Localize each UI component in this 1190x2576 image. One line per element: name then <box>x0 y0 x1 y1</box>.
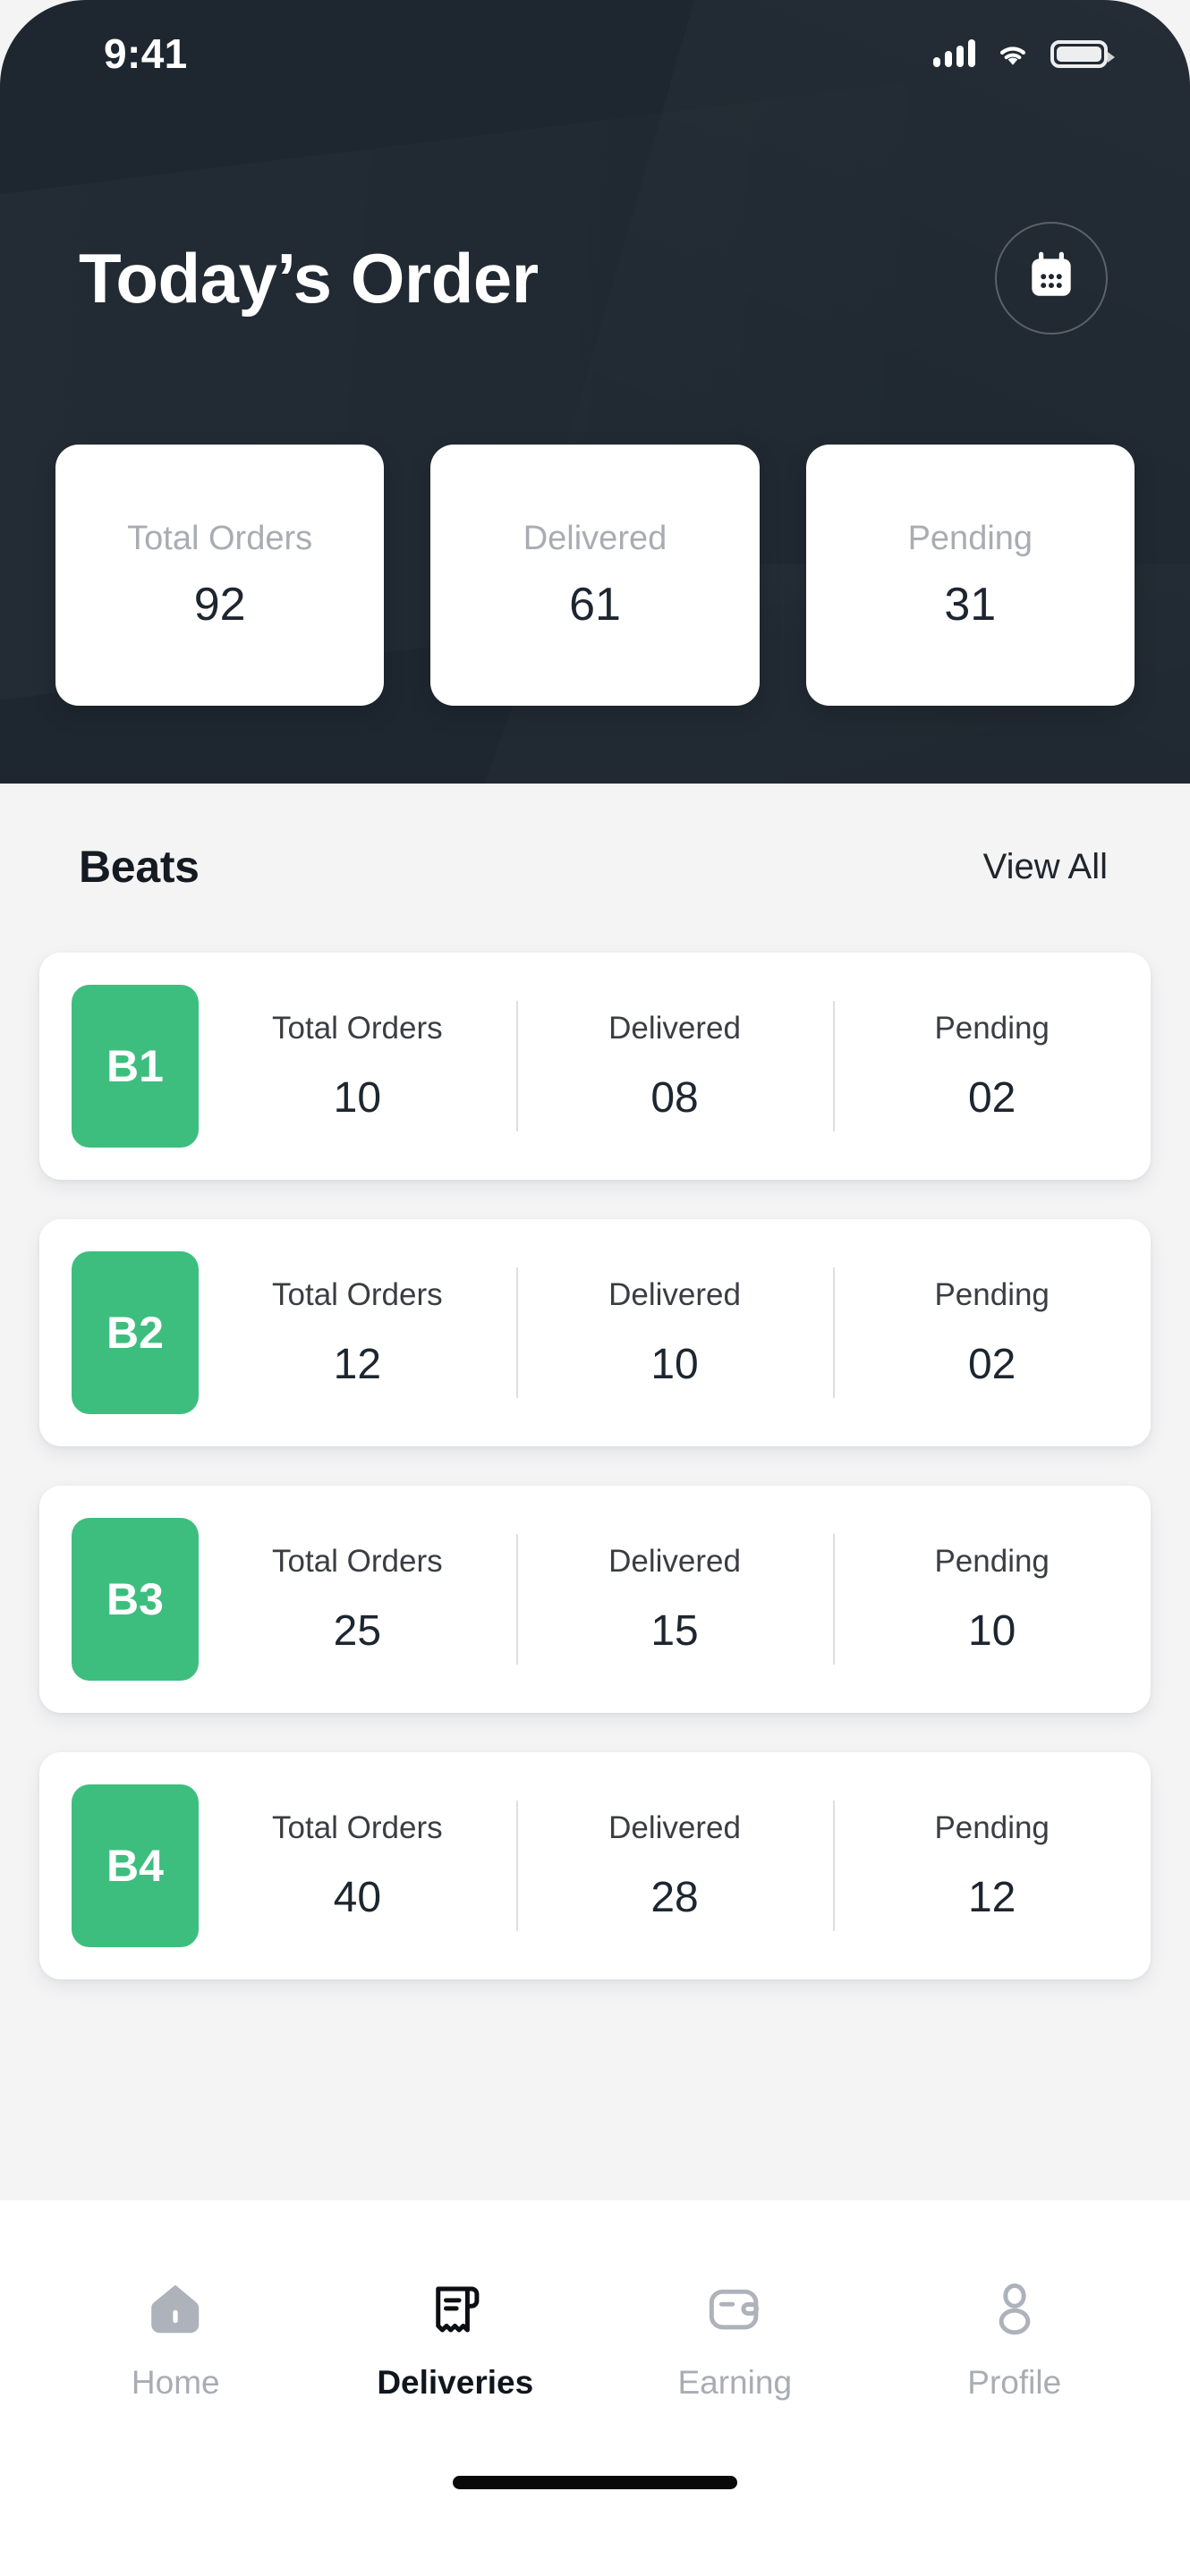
beat-badge: B4 <box>72 1784 199 1947</box>
beat-metric-pending: Pending 12 <box>833 1784 1151 1947</box>
beat-badge: B2 <box>72 1251 199 1414</box>
summary-card-value: 92 <box>193 578 246 631</box>
beat-metric-value: 12 <box>333 1340 382 1388</box>
beat-metric-delivered: Delivered 28 <box>515 1784 834 1947</box>
beat-metric-label: Total Orders <box>272 1010 443 1046</box>
status-bar-icons <box>933 39 1115 68</box>
nav-item-label: Earning <box>677 2364 793 2401</box>
nav-item-deliveries[interactable]: Deliveries <box>348 2267 563 2402</box>
beat-metric-delivered: Delivered 10 <box>515 1251 834 1414</box>
beat-metric-value: 25 <box>333 1606 382 1655</box>
calendar-button[interactable] <box>995 222 1108 335</box>
beat-metrics: Total Orders 40 Delivered 28 Pending 12 <box>199 1784 1151 1947</box>
nav-item-label: Home <box>131 2364 220 2401</box>
summary-card-pending[interactable]: Pending 31 <box>805 445 1135 706</box>
nav-item-home[interactable]: Home <box>68 2267 283 2402</box>
beat-metrics: Total Orders 10 Delivered 08 Pending 02 <box>199 985 1151 1148</box>
beat-metric-label: Delivered <box>608 1010 741 1046</box>
beat-metric-label: Pending <box>934 1010 1050 1046</box>
beat-metric-value: 40 <box>333 1873 382 1921</box>
app-screen: 9:41 Today’s Order Total Orders 92 Deliv… <box>0 0 1190 2576</box>
beat-metric-pending: Pending 02 <box>833 1251 1151 1414</box>
beat-metric-label: Pending <box>934 1543 1050 1579</box>
beat-row[interactable]: B2 Total Orders 12 Delivered 10 Pending … <box>39 1219 1151 1446</box>
beat-badge: B1 <box>72 985 199 1148</box>
beat-metric-value: 10 <box>650 1340 699 1388</box>
beat-metric-value: 15 <box>650 1606 699 1655</box>
home-indicator[interactable] <box>453 2476 737 2489</box>
beats-section-header: Beats View All <box>0 841 1190 893</box>
beat-badge: B3 <box>72 1518 199 1681</box>
beat-metric-total-orders: Total Orders 10 <box>199 985 516 1148</box>
calendar-icon <box>1024 249 1079 309</box>
beat-metric-value: 02 <box>967 1340 1016 1388</box>
wifi-icon <box>995 40 1031 67</box>
beat-metric-value: 12 <box>967 1873 1016 1921</box>
summary-card-total-orders[interactable]: Total Orders 92 <box>55 445 385 706</box>
summary-card-label: Total Orders <box>127 519 313 557</box>
status-bar: 9:41 <box>0 0 1190 107</box>
header-title-row: Today’s Order <box>0 222 1190 335</box>
beat-row[interactable]: B1 Total Orders 10 Delivered 08 Pending … <box>39 953 1151 1180</box>
battery-icon <box>1050 39 1115 68</box>
beat-metric-pending: Pending 02 <box>833 985 1151 1148</box>
summary-card-value: 31 <box>944 578 997 631</box>
beat-metric-delivered: Delivered 15 <box>515 1518 834 1681</box>
beat-metric-label: Delivered <box>608 1809 741 1845</box>
status-bar-clock: 9:41 <box>104 30 188 77</box>
beat-metric-label: Pending <box>934 1276 1050 1312</box>
beat-metric-label: Total Orders <box>272 1276 443 1312</box>
beat-metric-value: 08 <box>650 1073 699 1122</box>
beat-metric-total-orders: Total Orders 40 <box>199 1784 516 1947</box>
summary-stats: Total Orders 92 Delivered 61 Pending 31 <box>0 445 1190 706</box>
beats-title: Beats <box>79 842 200 892</box>
beat-row[interactable]: B3 Total Orders 25 Delivered 15 Pending … <box>39 1486 1151 1713</box>
beat-metric-total-orders: Total Orders 25 <box>199 1518 516 1681</box>
beat-metric-delivered: Delivered 08 <box>515 985 834 1148</box>
beats-list: B1 Total Orders 10 Delivered 08 Pending … <box>0 953 1190 1979</box>
beat-metric-value: 28 <box>650 1873 699 1921</box>
beat-metric-value: 10 <box>333 1073 382 1122</box>
beat-metric-label: Total Orders <box>272 1809 443 1845</box>
nav-item-profile[interactable]: Profile <box>907 2267 1122 2402</box>
page-title: Today’s Order <box>79 238 539 318</box>
nav-item-label: Deliveries <box>377 2364 534 2401</box>
signal-icon <box>933 39 975 67</box>
beat-metric-total-orders: Total Orders 12 <box>199 1251 516 1414</box>
beat-metric-label: Pending <box>934 1809 1050 1845</box>
beat-metrics: Total Orders 25 Delivered 15 Pending 10 <box>199 1518 1151 1681</box>
person-icon <box>983 2267 1046 2341</box>
summary-card-delivered[interactable]: Delivered 61 <box>430 445 760 706</box>
summary-card-value: 61 <box>569 578 621 631</box>
beat-metric-label: Delivered <box>608 1543 741 1579</box>
receipt-icon <box>424 2267 487 2341</box>
beat-metric-label: Total Orders <box>272 1543 443 1579</box>
bottom-nav-items: Home Deliveries Earning Profile <box>0 2200 1190 2469</box>
beat-metric-value: 02 <box>967 1073 1016 1122</box>
view-all-link[interactable]: View All <box>983 847 1108 887</box>
home-icon <box>144 2267 207 2341</box>
wallet-icon <box>703 2267 766 2341</box>
bottom-navigation: Home Deliveries Earning Profile <box>0 2200 1190 2576</box>
beat-metric-pending: Pending 10 <box>833 1518 1151 1681</box>
nav-item-label: Profile <box>967 2364 1062 2401</box>
nav-item-earning[interactable]: Earning <box>627 2267 842 2402</box>
beat-row[interactable]: B4 Total Orders 40 Delivered 28 Pending … <box>39 1752 1151 1979</box>
beat-metric-value: 10 <box>967 1606 1016 1655</box>
beat-metrics: Total Orders 12 Delivered 10 Pending 02 <box>199 1251 1151 1414</box>
summary-card-label: Delivered <box>523 519 667 557</box>
beat-metric-label: Delivered <box>608 1276 741 1312</box>
summary-card-label: Pending <box>907 519 1033 557</box>
